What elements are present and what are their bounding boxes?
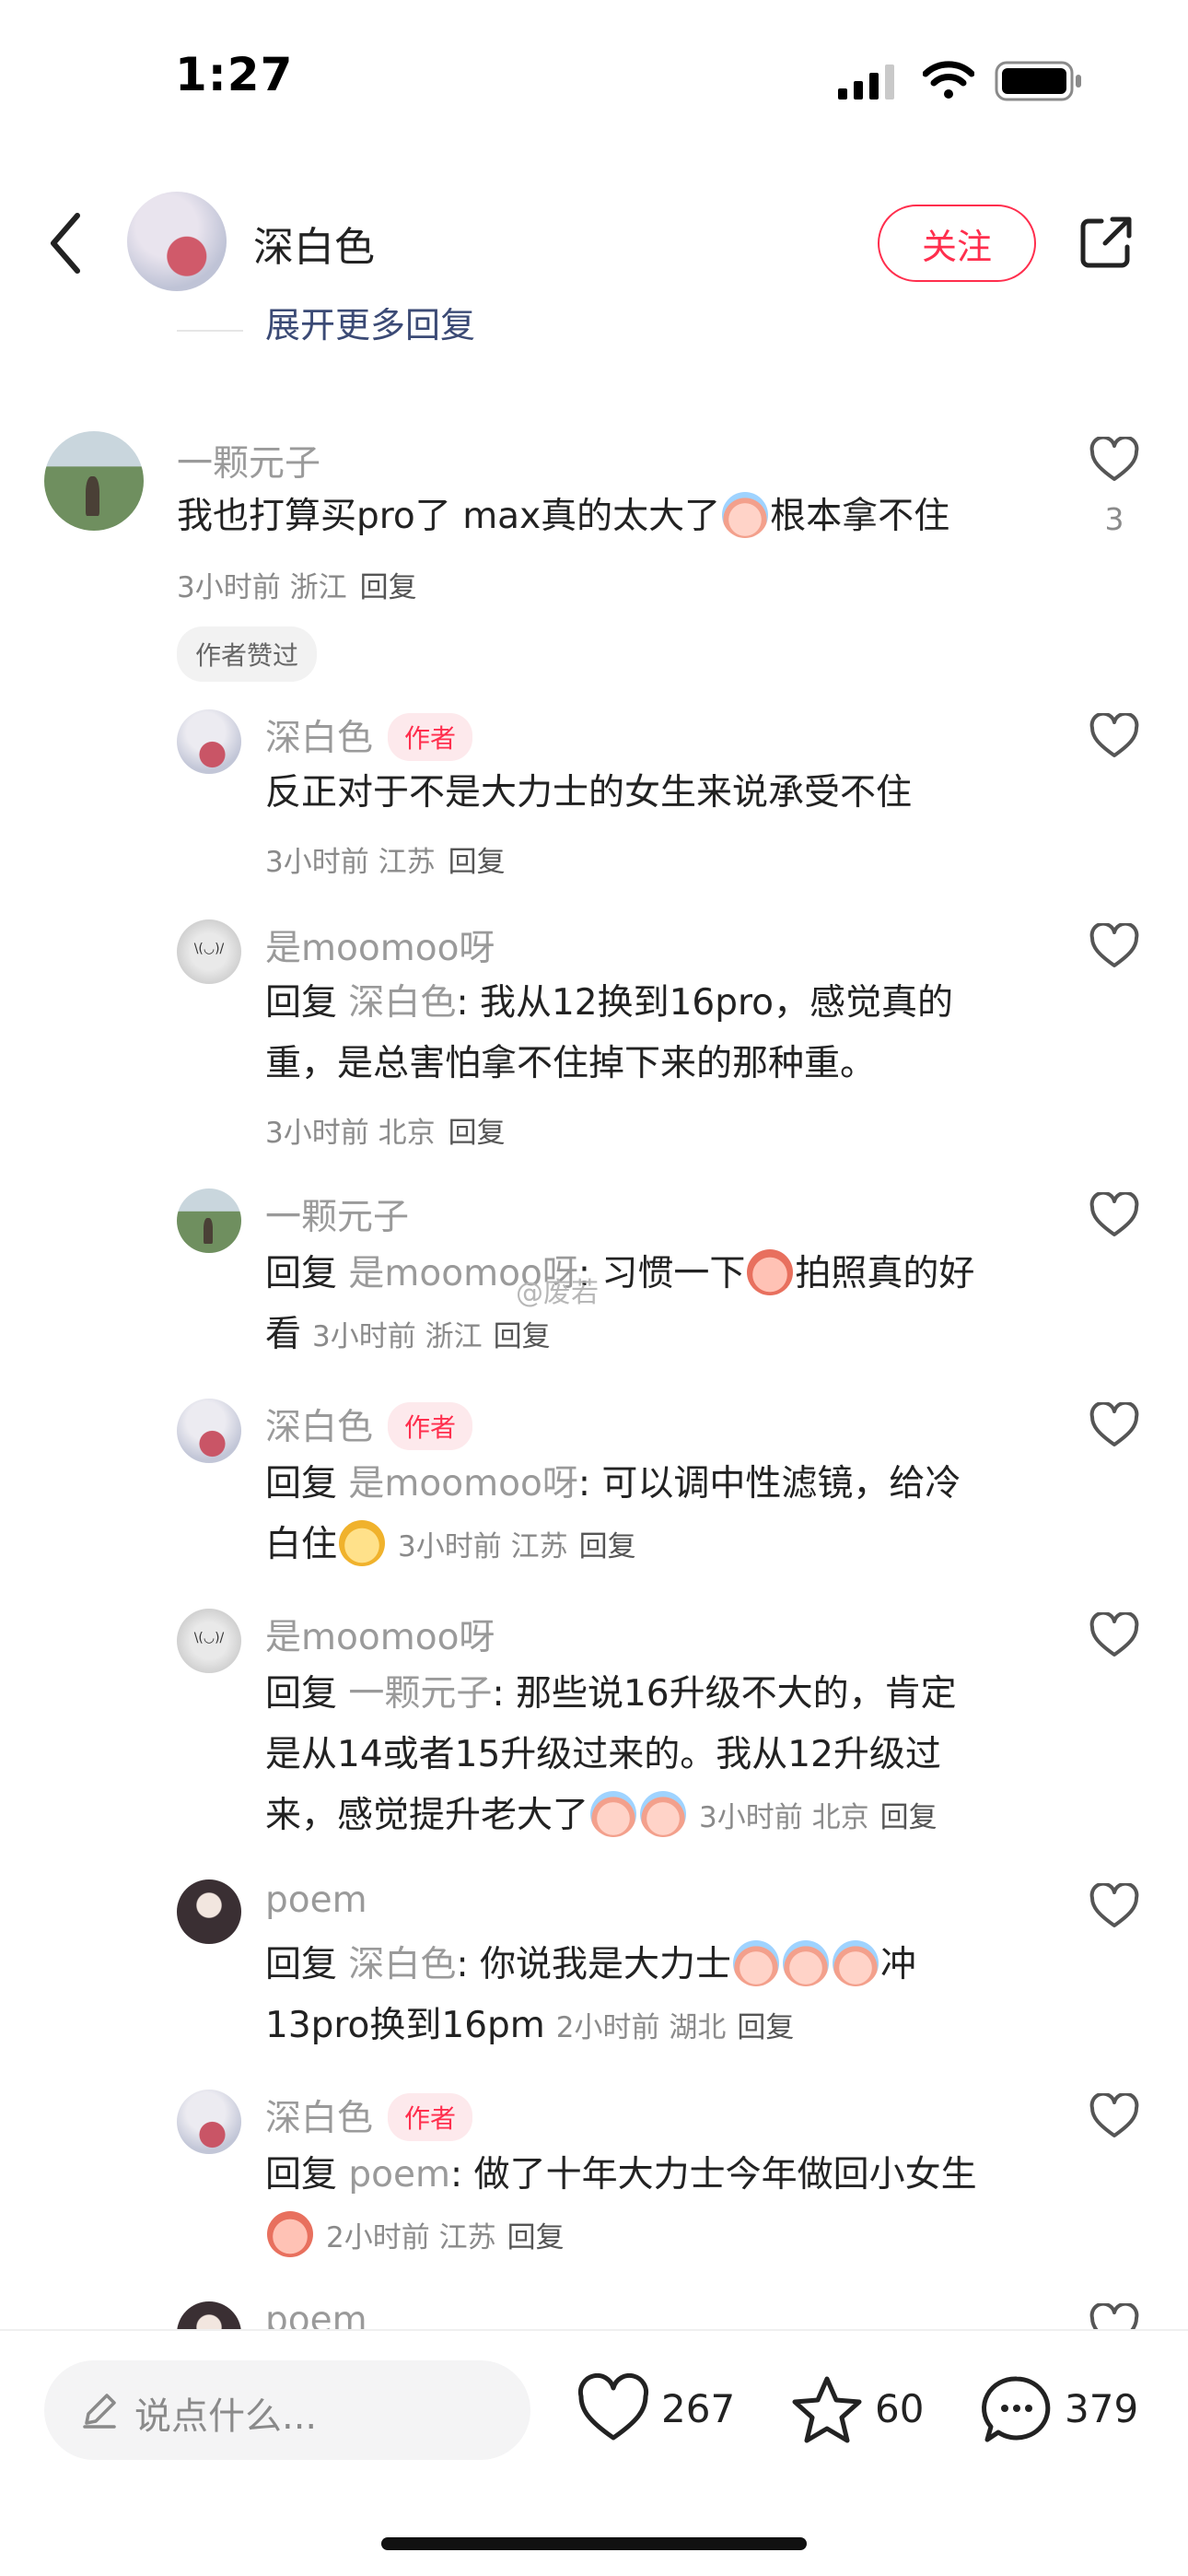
comment-meta: 3小时前 江苏 回复 — [265, 846, 506, 879]
cellular-signal-icon — [838, 64, 894, 100]
reply-button[interactable]: 回复 — [360, 571, 417, 604]
reply-button[interactable]: 回复 — [737, 2011, 794, 2044]
comment-meta: 3小时前 浙江 回复 — [312, 1320, 551, 1353]
comment-text: 我也打算买pro了 max真的太大了 根本拿不住 — [177, 486, 1061, 547]
author-avatar[interactable] — [127, 192, 227, 291]
heart-icon[interactable] — [1089, 713, 1139, 759]
heart-icon[interactable] — [1089, 1883, 1139, 1929]
like-heart-icon[interactable] — [577, 2373, 650, 2447]
heart-icon[interactable] — [1089, 437, 1139, 483]
like-count: 267 — [661, 2386, 736, 2431]
avatar[interactable] — [177, 1879, 241, 1944]
avatar[interactable] — [177, 1188, 241, 1253]
star-icon[interactable] — [790, 2373, 864, 2447]
follow-button[interactable]: 关注 — [878, 205, 1036, 282]
comment-meta: 3小时前 浙江 回复 — [177, 571, 417, 604]
watermark: @废若 — [516, 1277, 599, 1309]
heart-icon[interactable] — [1089, 923, 1139, 969]
comment-author[interactable]: 是moomoo呀 — [265, 1609, 495, 1660]
avatar[interactable] — [177, 1399, 241, 1463]
cry-emoji-icon — [722, 491, 769, 538]
angry-emoji-icon — [267, 2210, 313, 2257]
heart-icon[interactable] — [1089, 1402, 1139, 1448]
angry-emoji-icon — [747, 1248, 794, 1295]
reply-button[interactable]: 回复 — [880, 1801, 938, 1834]
duck-emoji-icon — [339, 1519, 386, 1566]
back-chevron-icon[interactable] — [46, 210, 87, 276]
comment-author[interactable]: 深白色 作者 — [265, 1399, 473, 1454]
expand-divider — [177, 330, 243, 332]
comment-meta: 2小时前 江苏 回复 — [326, 2221, 565, 2254]
avatar[interactable] — [177, 2090, 241, 2154]
comment-author[interactable]: 一颗元子 — [265, 1188, 409, 1240]
avatar[interactable] — [44, 431, 144, 531]
cry-emoji-icon — [732, 1939, 779, 1986]
share-icon[interactable] — [1077, 214, 1135, 271]
author-name[interactable]: 深白色 — [253, 214, 375, 273]
comment-input-placeholder[interactable]: 说点什么... — [134, 2386, 317, 2440]
comment-meta: 2小时前 湖北 回复 — [555, 2011, 795, 2044]
avatar[interactable] — [177, 919, 241, 984]
heart-icon[interactable] — [1089, 2093, 1139, 2139]
pencil-icon — [83, 2394, 116, 2429]
comment-author[interactable]: 一颗元子 — [177, 435, 320, 486]
comment-meta: 3小时前 北京 回复 — [265, 1117, 506, 1150]
heart-icon[interactable] — [1089, 1192, 1139, 1238]
comment-meta: 3小时前 北京 回复 — [699, 1801, 938, 1834]
comment-text: 回复 是moomoo呀: 可以调中性滤镜，给冷 白住 3小时前 江苏 回复 — [265, 1463, 961, 1566]
heart-icon[interactable] — [1089, 1612, 1139, 1658]
comment-author[interactable]: 是moomoo呀 — [265, 919, 495, 971]
comment-author[interactable]: poem — [265, 1879, 367, 1921]
avatar[interactable] — [177, 1609, 241, 1673]
author-tag: 作者 — [388, 2092, 473, 2141]
bottom-divider — [0, 2329, 1188, 2331]
avatar[interactable] — [177, 709, 241, 774]
comment-text: 反正对于不是大力士的女生来说承受不住 — [265, 772, 913, 814]
comment-bubble-icon[interactable] — [980, 2373, 1054, 2447]
home-indicator[interactable] — [381, 2537, 807, 2550]
author-tag: 作者 — [388, 712, 473, 761]
comment-text: 回复 一颗元子: 那些说16升级不大的，肯定 是从14或者15升级过来的。我从12… — [265, 1673, 957, 1837]
star-count: 60 — [875, 2386, 925, 2431]
author-liked-badge: 作者赞过 — [177, 626, 318, 682]
comment-meta: 3小时前 江苏 回复 — [398, 1530, 636, 1563]
cry-emoji-icon — [590, 1790, 637, 1837]
comment-author[interactable]: 深白色 作者 — [265, 709, 473, 765]
wifi-icon — [923, 61, 974, 99]
battery-icon — [995, 61, 1081, 101]
status-time: 1:27 — [175, 48, 294, 101]
reply-button[interactable]: 回复 — [579, 1530, 636, 1563]
like-count: 3 — [1104, 501, 1124, 537]
reply-button[interactable]: 回复 — [448, 846, 506, 879]
expand-more-replies[interactable]: 展开更多回复 — [265, 308, 475, 350]
comment-text: 回复 深白色: 你说我是大力士冲 13pro换到16pm 2小时前 湖北 回复 — [265, 1935, 1149, 2058]
cry-emoji-icon — [832, 1939, 879, 1986]
comment-author[interactable]: 深白色 作者 — [265, 2090, 473, 2145]
comment-text: 回复 poem: 做了十年大力士今年做回小女生 2小时前 江苏 回复 — [265, 2145, 1149, 2268]
comment-text: 回复 深白色: 我从12换到16pro，感觉真的 重，是总害怕拿不住掉下来的那种重… — [265, 982, 954, 1084]
comment-text: 回复 是moomoo呀: 习惯一下 拍照真的好看 3小时前 浙江 回复 — [265, 1244, 1149, 1367]
reply-button[interactable]: 回复 — [507, 2221, 565, 2254]
reply-button[interactable]: 回复 — [448, 1117, 506, 1150]
comment-count: 379 — [1065, 2386, 1139, 2431]
author-tag: 作者 — [388, 1401, 473, 1450]
cry-emoji-icon — [640, 1790, 687, 1837]
cry-emoji-icon — [782, 1939, 829, 1986]
reply-button[interactable]: 回复 — [494, 1320, 551, 1353]
